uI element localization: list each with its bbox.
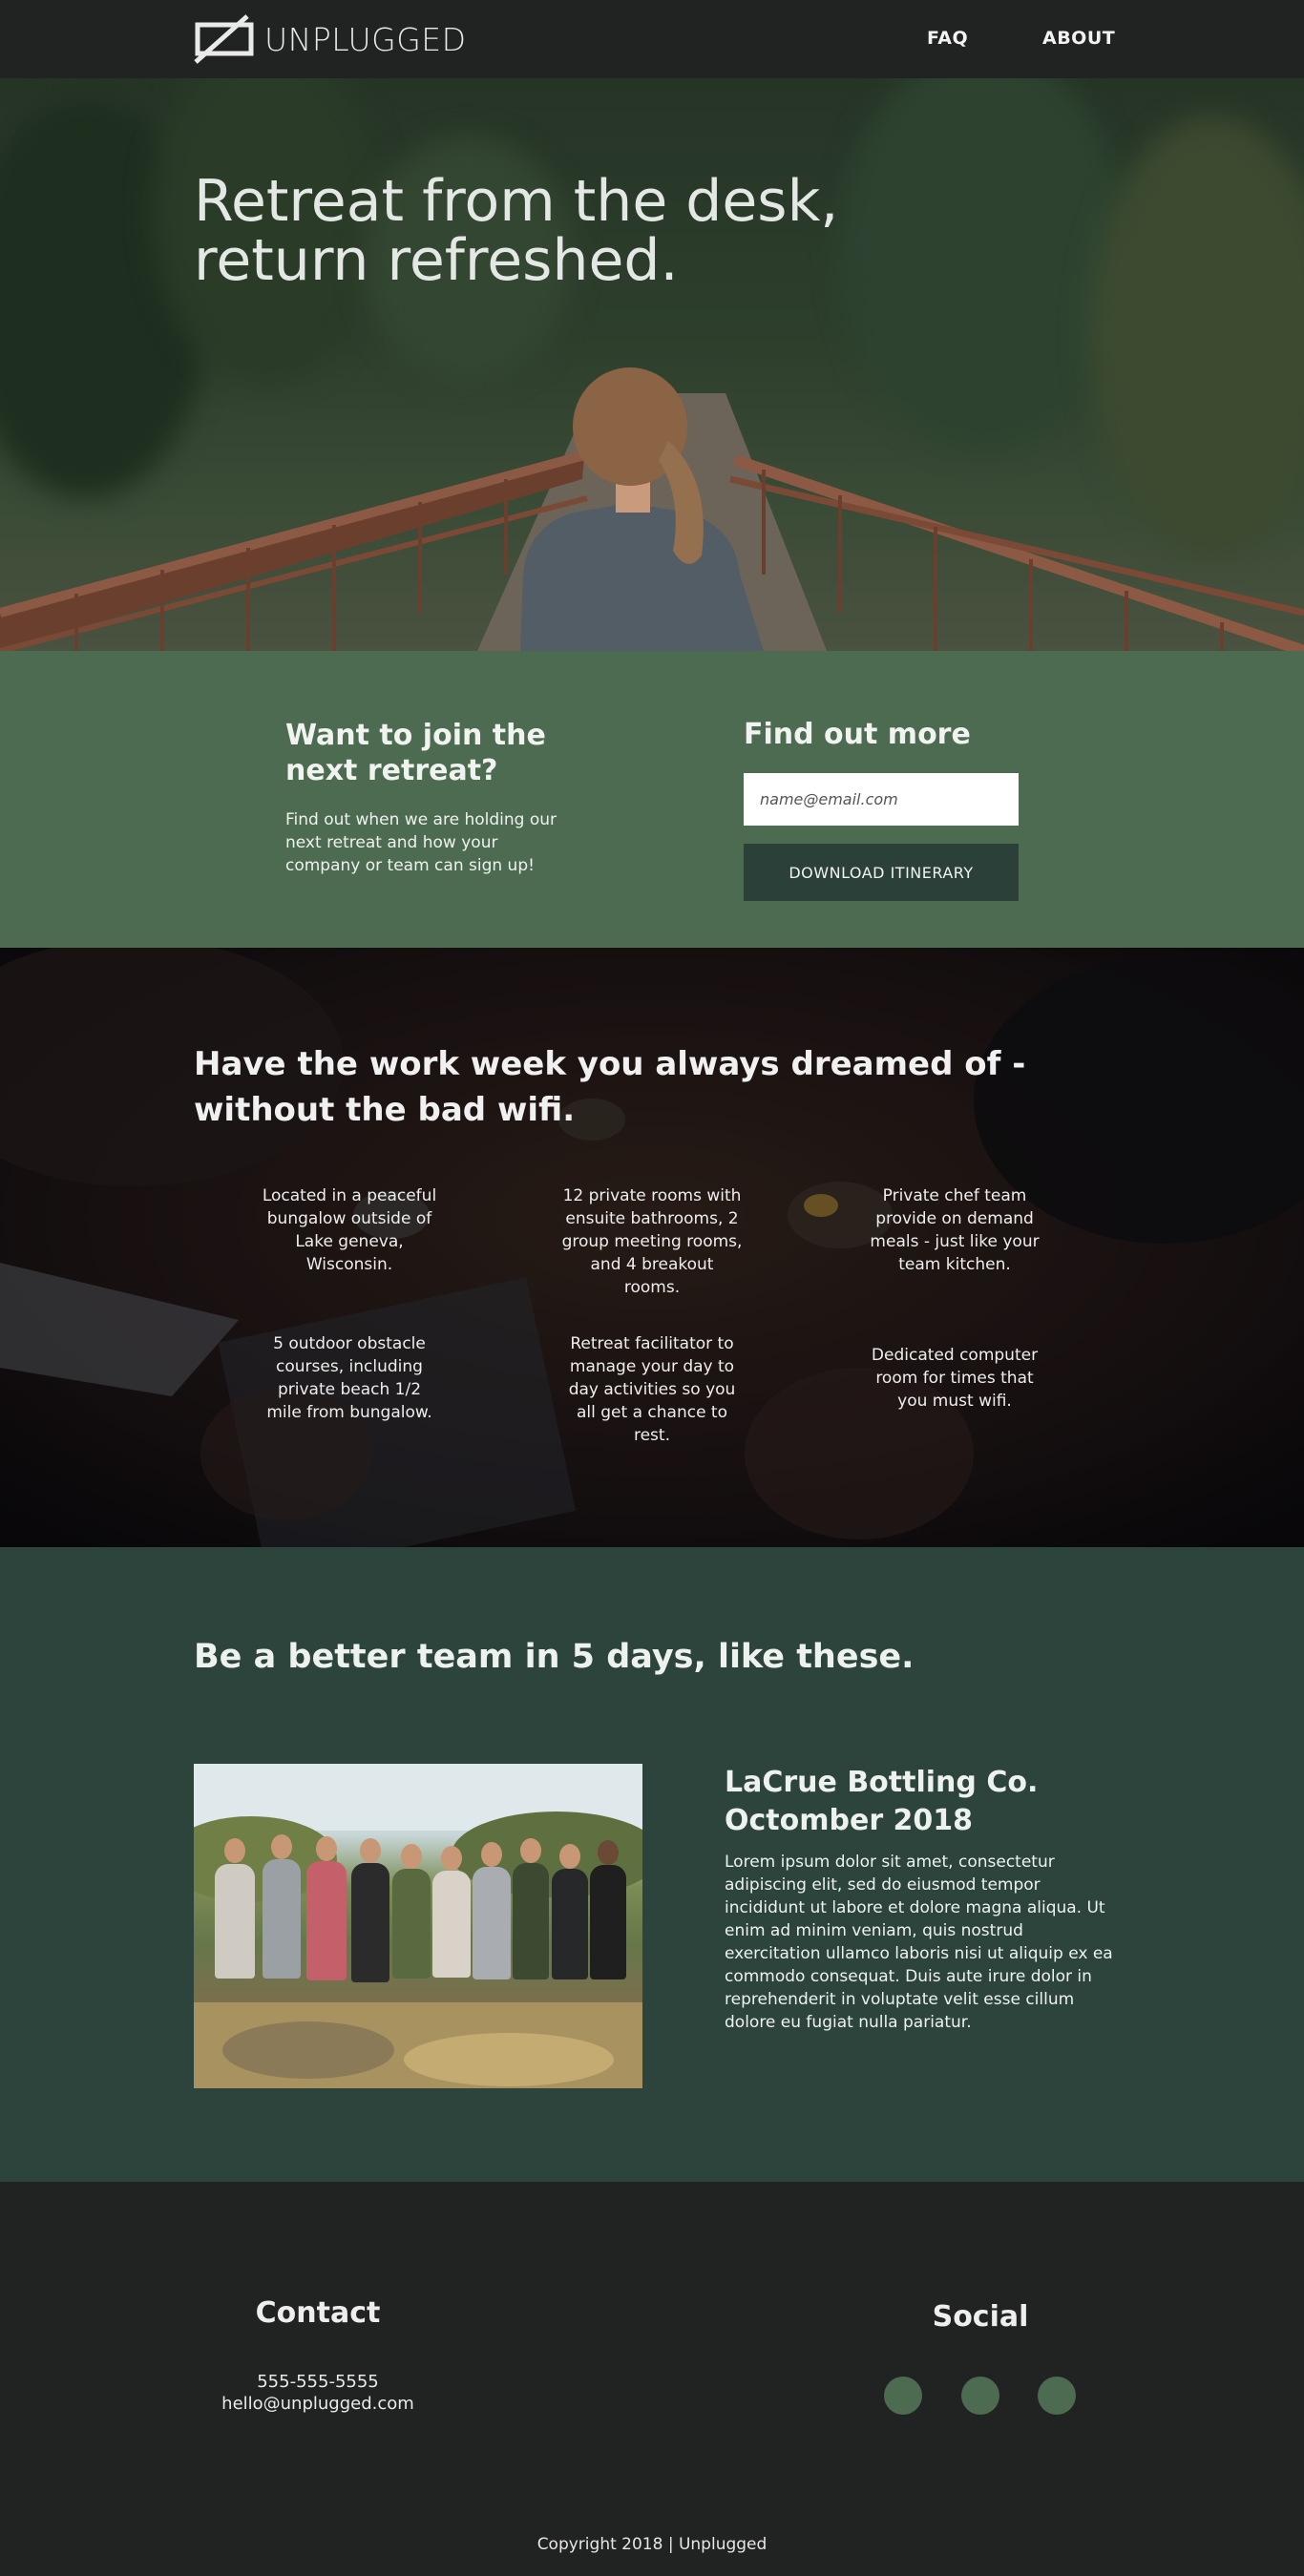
find-out-more-heading: Find out more xyxy=(744,718,971,751)
hero-title: Retreat from the desk, return refreshed. xyxy=(194,172,838,290)
social-heading: Social xyxy=(932,2300,1029,2334)
social-icon[interactable] xyxy=(884,2377,922,2415)
contact-heading: Contact xyxy=(255,2296,381,2330)
download-itinerary-button[interactable]: DOWNLOAD ITINERARY xyxy=(744,844,1019,901)
logo-text: UNPLUGGED xyxy=(264,20,467,58)
feature-item: Retreat facilitator to manage your day t… xyxy=(568,1334,736,1445)
contact-phone[interactable]: 555-555-5555 xyxy=(189,2372,447,2392)
features-section: Have the work week you always dreamed of… xyxy=(0,948,1304,1547)
logo[interactable]: UNPLUGGED xyxy=(194,14,467,64)
nav-about-link[interactable]: ABOUT xyxy=(1042,28,1115,49)
team-photo xyxy=(194,1764,642,2088)
social-icon[interactable] xyxy=(1038,2377,1076,2415)
teams-section: Be a better team in 5 days, like these. xyxy=(0,1547,1304,2182)
hero-title-line-1: Retreat from the desk, xyxy=(194,168,839,235)
signup-heading-line-2: next retreat? xyxy=(285,754,498,787)
logo-icon xyxy=(194,14,254,64)
signup-section: Want to join the next retreat? Find out … xyxy=(0,651,1304,948)
hero-section: Retreat from the desk, return refreshed. xyxy=(0,78,1304,651)
case-study-date: Octomber 2018 xyxy=(725,1804,974,1837)
case-study-body: Lorem ipsum dolor sit amet, consectetur … xyxy=(725,1853,1113,2032)
feature-item: 5 outdoor obstacle courses, including pr… xyxy=(266,1334,432,1422)
features-title: Have the work week you always dreamed of… xyxy=(194,1041,1025,1133)
feature-item: 12 private rooms with ensuite bathrooms,… xyxy=(561,1186,743,1297)
top-nav: UNPLUGGED FAQ ABOUT xyxy=(0,0,1304,78)
feature-item: Private chef team provide on demand meal… xyxy=(870,1186,1040,1274)
feature-item: Located in a peaceful bungalow outside o… xyxy=(262,1186,437,1274)
footer: Contact 555-555-5555 hello@unplugged.com… xyxy=(0,2182,1304,2576)
signup-heading: Want to join the next retreat? xyxy=(285,718,546,788)
email-input[interactable] xyxy=(744,773,1019,826)
feature-item: Dedicated computer room for times that y… xyxy=(871,1346,1039,1411)
features-title-line-2: without the bad wifi. xyxy=(194,1091,576,1129)
social-icon[interactable] xyxy=(961,2377,999,2415)
copyright: Copyright 2018 | Unplugged xyxy=(536,2535,768,2554)
contact-email[interactable]: hello@unplugged.com xyxy=(189,2394,447,2414)
nav-faq-link[interactable]: FAQ xyxy=(927,28,968,49)
features-title-line-1: Have the work week you always dreamed of… xyxy=(194,1045,1026,1083)
signup-heading-line-1: Want to join the xyxy=(285,719,546,752)
case-study-name: LaCrue Bottling Co. xyxy=(725,1766,1039,1799)
teams-title: Be a better team in 5 days, like these. xyxy=(194,1638,915,1676)
case-study-heading: LaCrue Bottling Co. Octomber 2018 xyxy=(725,1764,1038,1840)
signup-description: Find out when we are holding our next re… xyxy=(285,810,557,875)
hero-title-line-2: return refreshed. xyxy=(194,227,679,294)
